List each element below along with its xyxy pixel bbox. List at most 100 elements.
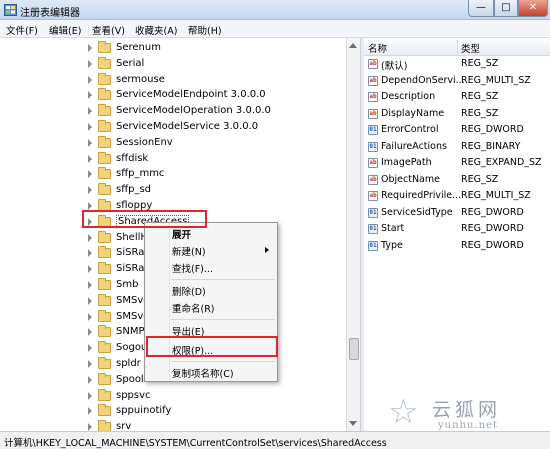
- folder-icon: [98, 151, 111, 164]
- tree-item[interactable]: ServiceModelEndpoint 3.0.0.0: [0, 87, 346, 103]
- tree-item-label: ServiceModelService 3.0.0.0: [116, 121, 259, 132]
- expand-arrow-icon[interactable]: [88, 123, 92, 131]
- tree-item-label: ServiceModelEndpoint 3.0.0.0: [116, 89, 266, 101]
- tree-item[interactable]: sffp_sd: [0, 182, 346, 198]
- tree-item[interactable]: SessionEnv: [0, 135, 346, 151]
- folder-icon: [98, 41, 111, 53]
- tree-item-label: Smb: [116, 279, 139, 290]
- expand-arrow-icon[interactable]: [88, 59, 92, 68]
- tree-item-label: sffp_mmc: [116, 168, 165, 180]
- tree-item-label: sppuinotify: [116, 405, 172, 417]
- value-row[interactable]: 01 Type REG_DWORD: [364, 238, 550, 254]
- expand-arrow-icon[interactable]: [88, 391, 92, 400]
- column-header-type[interactable]: 类型: [461, 41, 480, 55]
- expand-arrow-icon[interactable]: [88, 44, 92, 52]
- expand-arrow-icon[interactable]: [88, 423, 92, 431]
- expand-arrow-icon[interactable]: [88, 233, 92, 242]
- value-row[interactable]: ab ObjectName REG_SZ: [364, 172, 550, 188]
- menu-item-rename[interactable]: 重命名(R): [172, 301, 215, 315]
- menu-item-copy-key-name[interactable]: 复制项名称(C): [172, 366, 234, 380]
- expand-arrow-icon[interactable]: [88, 281, 92, 289]
- scroll-up-icon[interactable]: [349, 43, 357, 48]
- folder-icon: [98, 56, 111, 69]
- column-header-name[interactable]: 名称: [368, 41, 387, 55]
- value-name: DisplayName: [381, 107, 445, 119]
- expand-arrow-icon[interactable]: [88, 107, 92, 116]
- expand-arrow-icon[interactable]: [88, 138, 92, 147]
- close-button[interactable]: ✕: [518, 0, 548, 17]
- value-type: REG_MULTI_SZ: [461, 74, 531, 86]
- window-title: 注册表编辑器: [20, 8, 80, 19]
- menu-file[interactable]: 文件(F): [6, 23, 38, 37]
- value-row[interactable]: 01 ErrorControl REG_DWORD: [364, 122, 550, 138]
- expand-arrow-icon[interactable]: [88, 202, 92, 210]
- folder-icon: [98, 357, 111, 369]
- value-name: Type: [381, 239, 403, 251]
- tree-item[interactable]: ServiceModelOperation 3.0.0.0: [0, 103, 346, 119]
- folder-icon: [98, 372, 111, 385]
- values-list-header: 名称 类型: [364, 38, 550, 56]
- scroll-thumb[interactable]: [349, 338, 359, 360]
- expand-arrow-icon[interactable]: [88, 91, 92, 100]
- tree-item[interactable]: sermouse: [0, 72, 346, 88]
- tree-item[interactable]: Serial: [0, 56, 346, 72]
- menu-view[interactable]: 查看(V): [92, 23, 125, 37]
- value-row[interactable]: 01 Start REG_DWORD: [364, 221, 550, 237]
- menu-edit[interactable]: 编辑(E): [49, 23, 81, 37]
- tree-item[interactable]: ServiceModelService 3.0.0.0: [0, 119, 346, 135]
- binary-value-icon: 01: [368, 224, 378, 234]
- value-row[interactable]: ab ImagePath REG_EXPAND_SZ: [364, 155, 550, 171]
- scroll-down-icon[interactable]: [349, 421, 357, 426]
- menu-favorites[interactable]: 收藏夹(A): [135, 23, 177, 37]
- tree-scrollbar[interactable]: [346, 38, 360, 431]
- value-row[interactable]: ab DependOnServi... REG_MULTI_SZ: [364, 73, 550, 89]
- expand-arrow-icon[interactable]: [88, 170, 92, 179]
- expand-arrow-icon[interactable]: [88, 328, 92, 337]
- maximize-button[interactable]: □: [494, 0, 518, 17]
- expand-arrow-icon[interactable]: [88, 75, 92, 84]
- value-row[interactable]: ab Description REG_SZ: [364, 89, 550, 105]
- tree-item[interactable]: sppuinotify: [0, 403, 346, 419]
- tree-item[interactable]: sppsvc: [0, 388, 346, 404]
- menu-help[interactable]: 帮助(H): [188, 23, 222, 37]
- folder-icon: [98, 183, 111, 196]
- tree-item[interactable]: sffdisk: [0, 151, 346, 167]
- menu-separator: [171, 319, 275, 320]
- expand-arrow-icon[interactable]: [88, 360, 92, 368]
- tree-item-label: Serial: [116, 57, 145, 69]
- value-type: REG_BINARY: [461, 140, 521, 152]
- string-value-icon: ab: [368, 174, 378, 185]
- expand-arrow-icon[interactable]: [88, 249, 92, 258]
- value-row[interactable]: ab (默认) REG_SZ: [364, 56, 550, 72]
- minimize-button[interactable]: —: [468, 0, 494, 17]
- value-row[interactable]: ab RequiredPrivile... REG_MULTI_SZ: [364, 188, 550, 204]
- value-name: ServiceSidType: [381, 206, 453, 218]
- expand-arrow-icon[interactable]: [88, 312, 92, 321]
- folder-icon: [98, 309, 111, 322]
- value-type: REG_EXPAND_SZ: [461, 157, 542, 168]
- tree-item-label: Sogou: [116, 342, 148, 354]
- value-type: REG_SZ: [461, 107, 499, 119]
- tree-item[interactable]: sffp_mmc: [0, 166, 346, 182]
- menu-item-expand[interactable]: 展开: [172, 227, 191, 241]
- value-row[interactable]: ab DisplayName REG_SZ: [364, 106, 550, 122]
- menu-separator: [171, 361, 275, 362]
- folder-icon: [98, 325, 111, 338]
- folder-icon: [98, 72, 111, 85]
- expand-arrow-icon[interactable]: [88, 344, 92, 353]
- expand-arrow-icon[interactable]: [88, 375, 92, 384]
- value-row[interactable]: 01 ServiceSidType REG_DWORD: [364, 205, 550, 221]
- tree-item[interactable]: Serenum: [0, 40, 346, 56]
- menu-item-delete[interactable]: 删除(D): [172, 284, 206, 298]
- expand-arrow-icon[interactable]: [88, 407, 92, 416]
- expand-arrow-icon[interactable]: [88, 186, 92, 195]
- expand-arrow-icon[interactable]: [88, 265, 92, 274]
- expand-arrow-icon[interactable]: [88, 154, 92, 163]
- expand-arrow-icon[interactable]: [88, 296, 92, 305]
- value-row[interactable]: 01 FailureActions REG_BINARY: [364, 139, 550, 155]
- tree-item[interactable]: srv: [0, 419, 346, 431]
- menu-item-find[interactable]: 查找(F)...: [172, 261, 213, 275]
- menu-item-new[interactable]: 新建(N): [172, 244, 206, 258]
- column-divider[interactable]: [457, 40, 458, 54]
- folder-icon: [98, 262, 111, 275]
